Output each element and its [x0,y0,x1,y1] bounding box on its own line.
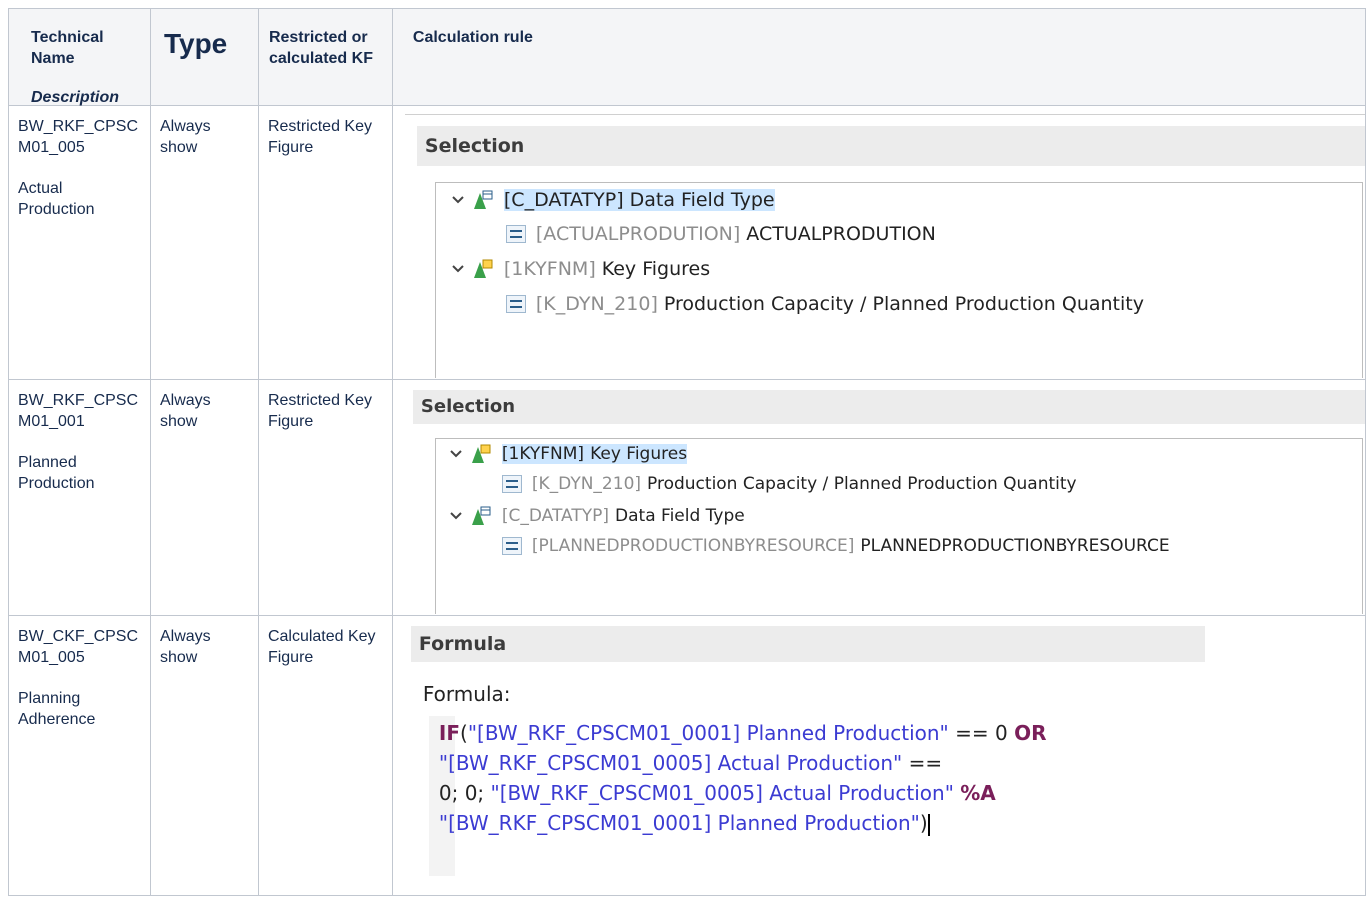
chevron-down-icon[interactable] [448,508,464,524]
technical-name: BW_RKF_CPSCM01_005 [18,118,139,156]
formula-close: ) [919,811,928,835]
selection-screenshot: Selection [C_DATATYP] Data Field Type [AC… [393,106,1365,378]
node-key: [ACTUALPRODUTION] [535,223,741,245]
key-figure-icon [471,444,491,463]
cell-type: Always show [149,615,259,896]
node-text: Key Figures [601,258,711,280]
header-calculation-rule: Calculation rule [391,8,1366,106]
node-key: [K_DYN_210] [535,293,658,315]
equals-icon [501,537,522,555]
cell-kf-type: Restricted Key Figure [257,105,393,380]
chevron-down-icon[interactable] [450,261,466,277]
formula-operator: == [902,751,943,775]
node-text: Data Field Type [615,506,745,526]
formula-operand: "[BW_RKF_CPSCM01_0005] Actual Production… [438,751,903,775]
key-figure-icon [473,259,493,278]
cell-calc-rule: Formula Formula: IF("[BW_RKF_CPSCM01_000… [391,615,1366,896]
header-row: Technical Name Description Type Restrict… [8,8,1366,106]
description: Planning Adherence [18,690,96,728]
text-caret [927,813,930,836]
tree-node[interactable]: [PLANNEDPRODUCTIONBYRESOURCE] PLANNEDPROD… [501,536,1170,556]
cell-technical-name: BW_RKF_CPSCM01_001 Planned Production [8,379,151,616]
node-text: Data Field Type [629,189,775,211]
cell-type: Always show [149,379,259,616]
header-type-label: Type [163,28,228,59]
section-header: Formula [410,626,1205,662]
section-header: Selection [412,390,1365,424]
chevron-down-icon[interactable] [448,446,464,462]
type-value: Always show [159,392,211,430]
node-key: [K_DYN_210] [531,474,642,494]
cell-calc-rule: Selection [1KYFNM] Key Figures [K_DYN_210… [391,379,1366,616]
header-technical-name: Technical Name Description [8,8,151,106]
tree-node[interactable]: [K_DYN_210] Production Capacity / Planned… [505,293,1144,315]
cell-type: Always show [149,105,259,380]
formula-operator: == 0 [948,721,1015,745]
description: Planned Production [18,454,95,492]
cell-technical-name: BW_CKF_CPSCM01_005 Planning Adherence [8,615,151,896]
dimension-icon [471,506,491,525]
tree-node[interactable]: [ACTUALPRODUTION] ACTUALPRODUTION [505,223,936,245]
tree-node[interactable]: [1KYFNM] Key Figures [450,258,710,280]
keyword-percent: %A [960,781,996,805]
formula-label: Formula: [422,682,511,706]
equals-icon [501,475,522,493]
cell-calc-rule: Selection [C_DATATYP] Data Field Type [AC… [391,105,1366,380]
type-value: Always show [159,628,211,666]
node-key: [C_DATATYP] [501,506,610,526]
section-header: Selection [416,126,1365,166]
node-text: PLANNEDPRODUCTIONBYRESOURCE [860,536,1170,556]
formula-values: 0; 0; [438,781,491,805]
dimension-icon [473,190,493,209]
tree-node[interactable]: [1KYFNM] Key Figures [448,443,688,465]
cell-kf-type: Restricted Key Figure [257,379,393,616]
table-row: BW_RKF_CPSCM01_001 Planned Production Al… [8,379,1366,616]
header-calc-rule-label: Calculation rule [412,29,533,46]
keyword-if: IF [438,721,460,745]
tree-node[interactable]: [C_DATATYP] Data Field Type [450,189,775,211]
header-restricted-label: Restricted or calculated KF [268,29,373,67]
node-key: [PLANNEDPRODUCTIONBYRESOURCE] [531,536,855,556]
node-text: Production Capacity / Planned Production… [647,474,1077,494]
header-restricted: Restricted or calculated KF [257,8,393,106]
selection-tree: [C_DATATYP] Data Field Type [ACTUALPRODUT… [434,182,1363,378]
table-row: BW_RKF_CPSCM01_005 Actual Production Alw… [8,105,1366,380]
cell-kf-type: Calculated Key Figure [257,615,393,896]
kf-type-value: Restricted Key Figure [267,392,372,430]
header-type: Type [149,8,259,106]
tree-node[interactable]: [K_DYN_210] Production Capacity / Planned… [501,474,1077,494]
node-text: ACTUALPRODUTION [746,223,936,245]
node-key: [C_DATATYP] [503,189,624,211]
node-text: Key Figures [590,444,688,464]
kf-type-value: Calculated Key Figure [267,628,376,666]
formula-screenshot: Formula Formula: IF("[BW_RKF_CPSCM01_000… [393,616,1365,894]
kf-type-value: Restricted Key Figure [267,118,372,156]
equals-icon [505,225,526,243]
key-figure-table: Technical Name Description Type Restrict… [8,8,1366,896]
formula-operand: "[BW_RKF_CPSCM01_0001] Planned Productio… [438,811,920,835]
technical-name: BW_RKF_CPSCM01_001 [18,392,139,430]
technical-name: BW_CKF_CPSCM01_005 [18,628,139,666]
selection-tree: [1KYFNM] Key Figures [K_DYN_210] Productio… [434,438,1363,614]
selection-screenshot: Selection [1KYFNM] Key Figures [K_DYN_210… [393,380,1365,614]
node-key: [1KYFNM] [503,258,596,280]
node-text: Production Capacity / Planned Production… [663,293,1144,315]
table-row: BW_CKF_CPSCM01_005 Planning Adherence Al… [8,615,1366,896]
tree-node[interactable]: [C_DATATYP] Data Field Type [448,505,745,527]
chevron-down-icon[interactable] [450,192,466,208]
keyword-or: OR [1014,721,1047,745]
header-technical-name-label: Technical Name [31,29,104,67]
formula-operand: "[BW_RKF_CPSCM01_0005] Actual Production… [490,781,954,805]
type-value: Always show [159,118,211,156]
formula-operand: "[BW_RKF_CPSCM01_0001] Planned Productio… [467,721,949,745]
equals-icon [505,295,526,313]
description: Actual Production [18,180,95,218]
cell-technical-name: BW_RKF_CPSCM01_005 Actual Production [8,105,151,380]
node-key: [1KYFNM] [501,444,585,464]
formula-editor[interactable]: IF("[BW_RKF_CPSCM01_0001] Planned Produc… [438,718,1047,838]
